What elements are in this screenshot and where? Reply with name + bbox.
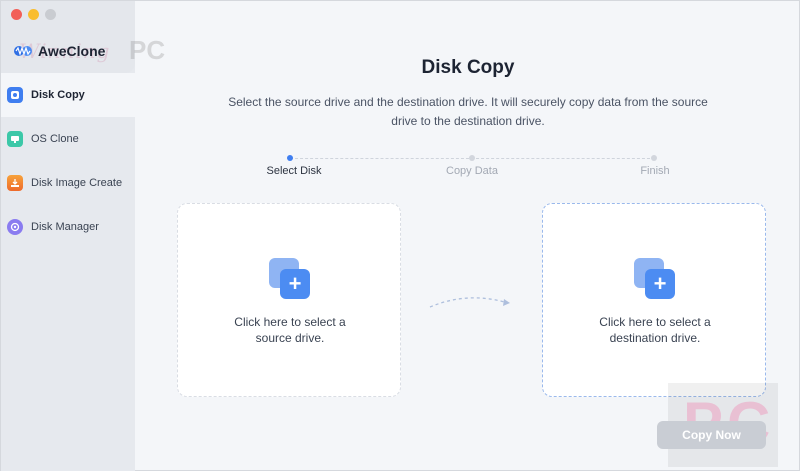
sidebar-item-label: OS Clone	[31, 133, 79, 145]
minimize-window-button[interactable]	[28, 9, 39, 20]
step-label-finish: Finish	[640, 165, 670, 177]
app-name: AweClone	[38, 43, 106, 59]
sidebar-item-disk-manager[interactable]: Disk Manager	[1, 205, 135, 249]
disk-image-icon	[7, 175, 23, 191]
sidebar-item-label: Disk Copy	[31, 89, 85, 101]
sidebar-item-disk-copy[interactable]: Disk Copy	[1, 73, 135, 117]
window-controls	[11, 9, 56, 20]
source-drive-prompt: Click here to select a source drive.	[178, 314, 402, 346]
source-drive-prompt-line2: source drive.	[255, 331, 325, 345]
sidebar: Winning AweClone Disk Copy OS Clone Disk…	[1, 1, 135, 471]
zoom-window-button[interactable]	[45, 9, 56, 20]
add-drive-icon: +	[269, 258, 311, 300]
step-label-select-disk: Select Disk	[266, 165, 322, 177]
close-window-button[interactable]	[11, 9, 22, 20]
aweclone-logo-icon	[14, 46, 32, 56]
destination-drive-card[interactable]: + Click here to select a destination dri…	[542, 203, 766, 397]
copy-now-button[interactable]: Copy Now	[657, 421, 766, 449]
source-drive-card[interactable]: + Click here to select a source drive.	[177, 203, 401, 397]
app-window: Winning AweClone Disk Copy OS Clone Disk…	[0, 0, 800, 471]
progress-steps: Select Disk Copy Data Finish	[135, 155, 800, 185]
plus-icon: +	[645, 269, 675, 299]
disk-manager-icon	[7, 219, 23, 235]
step-dot-copy-data	[469, 155, 475, 161]
step-label-copy-data: Copy Data	[446, 165, 498, 177]
sidebar-item-label: Disk Image Create	[31, 177, 123, 189]
step-dot-select-disk	[287, 155, 293, 161]
app-logo: AweClone	[13, 43, 105, 59]
page-title: Disk Copy	[421, 57, 515, 78]
step-dot-finish	[651, 155, 657, 161]
sidebar-item-os-clone[interactable]: OS Clone	[1, 117, 135, 161]
page-subtitle: Select the source drive and the destinat…	[228, 95, 708, 128]
destination-drive-prompt: Click here to select a destination drive…	[543, 314, 767, 346]
destination-drive-prompt-line1: Click here to select a	[599, 315, 711, 329]
sidebar-item-label: Disk Manager	[31, 221, 99, 233]
destination-drive-prompt-line2: destination drive.	[609, 331, 701, 345]
add-drive-icon: +	[634, 258, 676, 300]
source-drive-prompt-line1: Click here to select a	[234, 315, 346, 329]
transfer-arrow-icon	[429, 297, 510, 308]
plus-icon: +	[280, 269, 310, 299]
disk-copy-icon	[7, 87, 23, 103]
sidebar-item-disk-image-create[interactable]: Disk Image Create	[1, 161, 135, 205]
os-clone-icon	[7, 131, 23, 147]
